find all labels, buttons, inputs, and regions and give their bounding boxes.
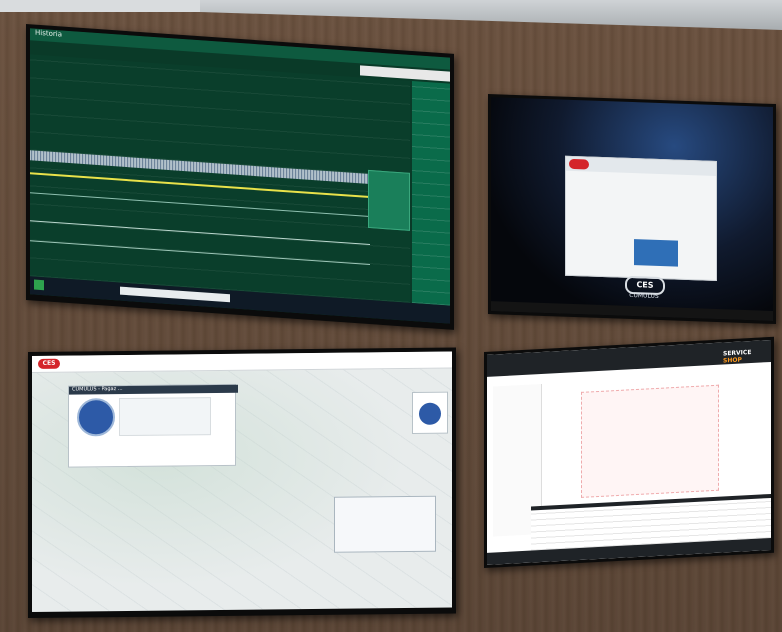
shop-brand: SERVICE SHOP <box>723 348 771 365</box>
map-header: CES <box>32 351 452 373</box>
monitor-bottom-right: SERVICE SHOP <box>484 336 774 568</box>
historia-status <box>120 286 230 303</box>
ces-logo-map: CES <box>38 358 60 369</box>
trace-4 <box>30 240 370 266</box>
shop-brand-2: SHOP <box>723 356 742 365</box>
value-labels-box <box>368 169 410 231</box>
historia-title: Historia <box>35 28 62 39</box>
trace-3 <box>30 220 370 246</box>
service-shop-screen: SERVICE SHOP <box>487 339 771 565</box>
map-right-gauge-panel <box>412 391 448 434</box>
noise-trace <box>30 150 370 185</box>
cumulus-desktop-screen: CES CUMULUS <box>491 97 773 321</box>
trace-2 <box>30 192 370 218</box>
ces-logo-map-text: CES <box>42 359 56 367</box>
engine-drawing <box>581 384 719 498</box>
gauge-right <box>419 402 441 425</box>
diagram-unit <box>634 239 678 267</box>
map-screen: CES CUMULUS - Pagaz ... <box>32 351 452 612</box>
monitor-top-right: CES CUMULUS <box>488 94 776 325</box>
map-data-table <box>334 495 436 553</box>
map-info-panel-title: CUMULUS - Pagaz ... <box>69 384 238 395</box>
cumulus-product-label: CUMULUS <box>629 291 659 300</box>
mini-chart <box>119 397 211 437</box>
start-button[interactable] <box>34 279 44 291</box>
cumulus-window <box>565 155 717 281</box>
historia-chart-area <box>30 54 410 303</box>
historia-screen: Historia <box>30 28 450 324</box>
ces-logo-text: CES <box>636 280 654 290</box>
monitor-top-left: Historia <box>26 24 454 330</box>
historia-side-panel[interactable] <box>412 80 450 306</box>
ces-logo-small <box>569 158 589 170</box>
map-info-panel: CUMULUS - Pagaz ... <box>68 383 238 468</box>
gauge-left <box>77 398 115 437</box>
monitor-bottom-left: CES CUMULUS - Pagaz ... <box>28 347 456 618</box>
